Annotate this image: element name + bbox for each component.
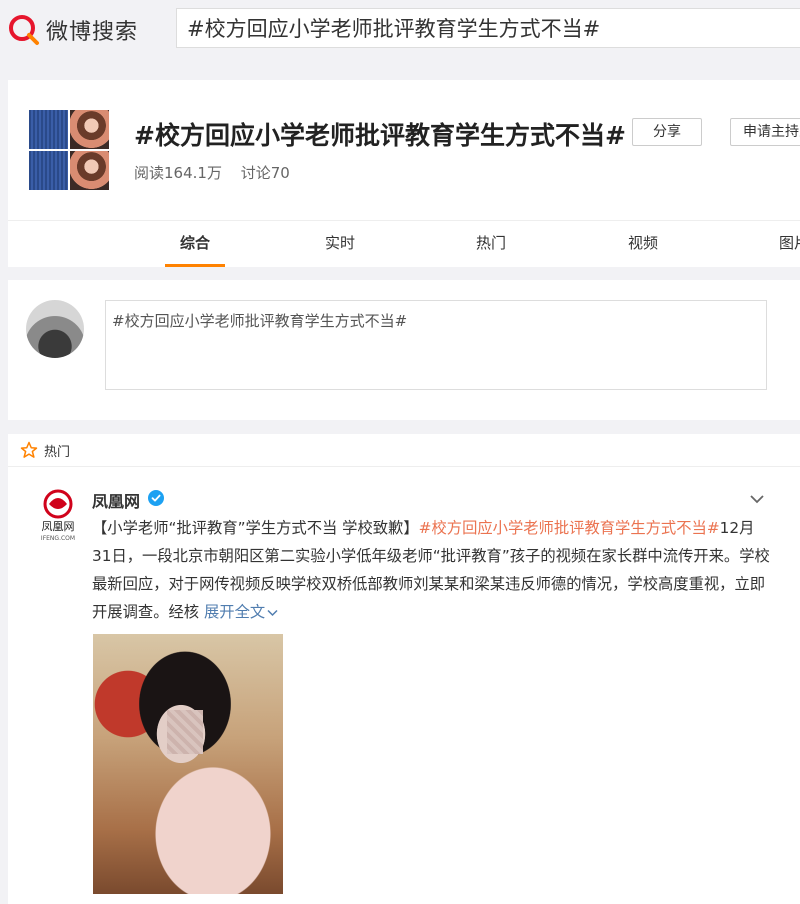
- blurred-face: [167, 710, 203, 754]
- tab-comprehensive[interactable]: 综合: [165, 221, 225, 267]
- user-avatar[interactable]: [26, 300, 84, 358]
- weibo-search-logo[interactable]: 微博搜索: [6, 12, 138, 48]
- tab-video[interactable]: 视频: [613, 221, 673, 267]
- post-image[interactable]: [93, 634, 283, 894]
- tab-pictures[interactable]: 图片: [764, 221, 800, 267]
- tab-realtime[interactable]: 实时: [310, 221, 370, 267]
- weibo-logo-icon: [9, 15, 39, 45]
- search-input[interactable]: #校方回应小学老师批评教育学生方式不当#: [176, 8, 800, 48]
- tab-hot[interactable]: 热门: [461, 221, 521, 267]
- top-bar: 微博搜索 #校方回应小学老师批评教育学生方式不当#: [0, 0, 800, 64]
- topic-cover-image: [29, 110, 109, 190]
- post-text: 【小学老师“批评教育”学生方式不当 学校致歉】#校方回应小学老师批评教育学生方式…: [92, 514, 772, 626]
- topic-title: #校方回应小学老师批评教育学生方式不当#: [134, 121, 626, 150]
- post-author-avatar[interactable]: 凤凰网 IFENG.COM: [32, 486, 84, 544]
- post-topic-link[interactable]: #校方回应小学老师批评教育学生方式不当#: [419, 519, 720, 537]
- topic-header: #校方回应小学老师批评教育学生方式不当# 阅读164.1万 讨论70 分享 申请…: [8, 80, 800, 220]
- post-headline: 【小学老师“批评教育”学生方式不当 学校致歉】: [92, 519, 419, 537]
- logo-text: 微博搜索: [46, 20, 139, 45]
- hot-feed: 热门 凤凰网 IFENG.COM 凤凰网 【小学老师“批评教育”学生方式不当 学…: [8, 434, 800, 904]
- star-icon: [20, 441, 38, 458]
- verified-icon: [148, 490, 164, 506]
- post-composer: #校方回应小学老师批评教育学生方式不当#: [8, 280, 800, 420]
- feed-section-header: 热门: [8, 434, 800, 467]
- compose-textarea[interactable]: #校方回应小学老师批评教育学生方式不当#: [105, 300, 767, 390]
- read-count: 阅读164.1万: [134, 164, 222, 182]
- apply-host-button[interactable]: 申请主持人: [730, 118, 800, 146]
- feed-section-label: 热门: [44, 445, 71, 460]
- avatar-brand-text: 凤凰网: [42, 520, 75, 533]
- avatar-brand-subtext: IFENG.COM: [41, 535, 75, 542]
- topic-stats: 阅读164.1万 讨论70: [134, 162, 304, 183]
- expand-full-text-link[interactable]: 展开全文: [204, 603, 278, 621]
- expand-chevron-icon: [267, 609, 278, 616]
- tab-bar: 综合 实时 热门 视频 图片: [8, 220, 800, 267]
- chevron-down-icon[interactable]: [750, 494, 764, 504]
- post-author-name[interactable]: 凤凰网: [92, 488, 140, 512]
- discussion-count: 讨论70: [240, 164, 290, 182]
- share-button[interactable]: 分享: [632, 118, 702, 146]
